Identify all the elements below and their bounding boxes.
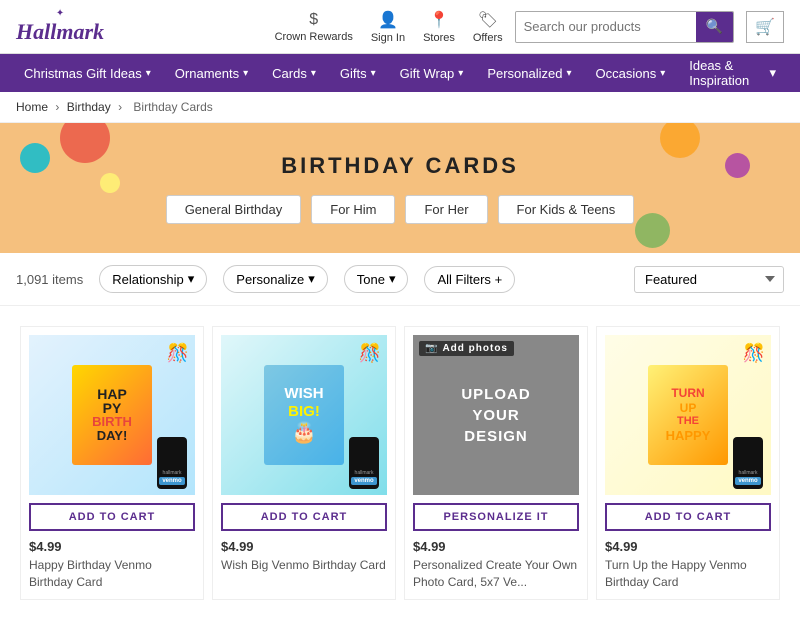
sign-in-link[interactable]: 👤 Sign In — [371, 10, 405, 44]
chevron-icon: ▾ — [458, 68, 463, 79]
add-to-cart-2[interactable]: ADD TO CART — [221, 503, 387, 531]
search-input[interactable] — [516, 12, 696, 42]
logo[interactable]: ✦ Hallmark — [16, 8, 104, 45]
deco-circle-teal — [20, 143, 50, 173]
nav-gift-wrap[interactable]: Gift Wrap ▾ — [388, 54, 476, 92]
top-header: ✦ Hallmark $ Crown Rewards 👤 Sign In 📍 S… — [0, 0, 800, 54]
top-nav-icons: $ Crown Rewards 👤 Sign In 📍 Stores 🏷 Off… — [275, 10, 503, 44]
chevron-icon: ▾ — [371, 68, 376, 79]
chevron-icon: ▾ — [311, 68, 316, 79]
breadcrumb-birthday[interactable]: Birthday — [67, 100, 111, 114]
offers-icon: 🏷 — [478, 10, 498, 30]
deco-circle-orange — [660, 123, 700, 158]
card-illustration-hbd: HAP PY BIRTH DAY! — [72, 365, 152, 465]
search-area: 🔍 — [515, 11, 734, 43]
confetti-icon-2: 🎊 — [359, 343, 381, 364]
chevron-down-icon: ▾ — [188, 271, 195, 287]
add-to-cart-1[interactable]: ADD TO CART — [29, 503, 195, 531]
phone-mockup: hallmark venmo — [157, 437, 187, 489]
crown-rewards-link[interactable]: $ Crown Rewards — [275, 11, 353, 43]
phone-mockup-2: hallmark venmo — [349, 437, 379, 489]
deco-circle-red — [60, 123, 110, 163]
deco-circle-purple — [725, 153, 750, 178]
stores-label: Stores — [423, 32, 455, 44]
nav-cards[interactable]: Cards ▾ — [260, 54, 328, 92]
product-price-4: $4.99 — [605, 539, 771, 554]
main-nav: Christmas Gift Ideas ▾ Ornaments ▾ Cards… — [0, 54, 800, 92]
product-card-4: TURN UP THE HAPPY hallmark venmo 🎊 ADD T… — [596, 326, 780, 600]
filter-relationship[interactable]: Relationship ▾ — [99, 265, 207, 293]
crown-rewards-icon: $ — [309, 11, 318, 29]
nav-occasions[interactable]: Occasions ▾ — [584, 54, 678, 92]
breadcrumb-home[interactable]: Home — [16, 100, 48, 114]
product-price-3: $4.99 — [413, 539, 579, 554]
product-price-2: $4.99 — [221, 539, 387, 554]
sign-in-label: Sign In — [371, 32, 405, 44]
nav-christmas[interactable]: Christmas Gift Ideas ▾ — [12, 54, 163, 92]
crown-rewards-label: Crown Rewards — [275, 31, 353, 43]
product-name-3: Personalized Create Your Own Photo Card,… — [413, 557, 579, 591]
add-photos-badge: 📷 Add photos — [419, 341, 514, 356]
product-image-3: 📷 Add photos UPLOADYOURDESIGN — [413, 335, 579, 495]
filters-bar: 1,091 items Relationship ▾ Personalize ▾… — [0, 253, 800, 306]
card-illustration-turn: TURN UP THE HAPPY — [648, 365, 728, 465]
search-button[interactable]: 🔍 — [696, 12, 733, 42]
product-image-1: HAP PY BIRTH DAY! hallmark venmo 🎊 — [29, 335, 195, 495]
products-grid: HAP PY BIRTH DAY! hallmark venmo 🎊 ADD T… — [0, 306, 800, 620]
hero-filters: General Birthday For Him For Her For Kid… — [166, 195, 635, 224]
nav-gifts[interactable]: Gifts ▾ — [328, 54, 388, 92]
product-price-1: $4.99 — [29, 539, 195, 554]
product-image-4: TURN UP THE HAPPY hallmark venmo 🎊 — [605, 335, 771, 495]
confetti-icon: 🎊 — [167, 343, 189, 364]
add-to-cart-4[interactable]: ADD TO CART — [605, 503, 771, 531]
offers-label: Offers — [473, 32, 503, 44]
sort-select[interactable]: Featured Price: Low to High Price: High … — [634, 266, 784, 293]
filter-for-her[interactable]: For Her — [405, 195, 487, 224]
breadcrumb-current: Birthday Cards — [133, 100, 212, 114]
chevron-down-icon: ▾ — [389, 271, 396, 287]
stores-icon: 📍 — [429, 10, 449, 30]
sign-in-icon: 👤 — [378, 10, 398, 30]
deco-circle-green — [635, 213, 670, 248]
offers-link[interactable]: 🏷 Offers — [473, 10, 503, 44]
filter-all[interactable]: All Filters + — [424, 266, 515, 293]
phone-mockup-4: hallmark venmo — [733, 437, 763, 489]
nav-ideas[interactable]: Ideas & Inspiration ▾ — [677, 54, 788, 92]
filter-for-kids[interactable]: For Kids & Teens — [498, 195, 635, 224]
product-card-2: WISH BIG! 🎂 hallmark venmo 🎊 ADD TO CART… — [212, 326, 396, 600]
upload-design-text: UPLOADYOURDESIGN — [461, 384, 530, 447]
chevron-down-icon: ▾ — [308, 271, 315, 287]
product-image-2: WISH BIG! 🎂 hallmark venmo 🎊 — [221, 335, 387, 495]
chevron-icon: ▾ — [243, 68, 248, 79]
cart-button[interactable]: 🛒 — [746, 11, 784, 43]
sort-area: Featured Price: Low to High Price: High … — [634, 266, 784, 293]
filter-for-him[interactable]: For Him — [311, 195, 395, 224]
chevron-icon: ▾ — [769, 65, 776, 81]
deco-circle-yellow — [100, 173, 120, 193]
page-title: BIRTHDAY CARDS — [281, 153, 519, 179]
nav-personalized[interactable]: Personalized ▾ — [475, 54, 583, 92]
chevron-icon: ▾ — [146, 68, 151, 79]
product-card-1: HAP PY BIRTH DAY! hallmark venmo 🎊 ADD T… — [20, 326, 204, 600]
product-name-2: Wish Big Venmo Birthday Card — [221, 557, 387, 574]
camera-icon: 📷 — [425, 343, 438, 354]
product-name-1: Happy Birthday Venmo Birthday Card — [29, 557, 195, 591]
personalize-btn-3[interactable]: PERSONALIZE IT — [413, 503, 579, 531]
confetti-icon-4: 🎊 — [743, 343, 765, 364]
item-count: 1,091 items — [16, 272, 83, 287]
logo-text: Hallmark — [16, 19, 104, 44]
nav-ornaments[interactable]: Ornaments ▾ — [163, 54, 260, 92]
breadcrumb: Home › Birthday › Birthday Cards — [0, 92, 800, 123]
filter-general-birthday[interactable]: General Birthday — [166, 195, 302, 224]
chevron-icon: ▾ — [566, 68, 571, 79]
product-name-4: Turn Up the Happy Venmo Birthday Card — [605, 557, 771, 591]
filter-tone[interactable]: Tone ▾ — [344, 265, 409, 293]
chevron-icon: ▾ — [660, 68, 665, 79]
product-card-3: 📷 Add photos UPLOADYOURDESIGN PERSONALIZ… — [404, 326, 588, 600]
stores-link[interactable]: 📍 Stores — [423, 10, 455, 44]
card-illustration-wish: WISH BIG! 🎂 — [264, 365, 344, 465]
filter-personalize[interactable]: Personalize ▾ — [223, 265, 327, 293]
hero-banner: BIRTHDAY CARDS General Birthday For Him … — [0, 123, 800, 253]
